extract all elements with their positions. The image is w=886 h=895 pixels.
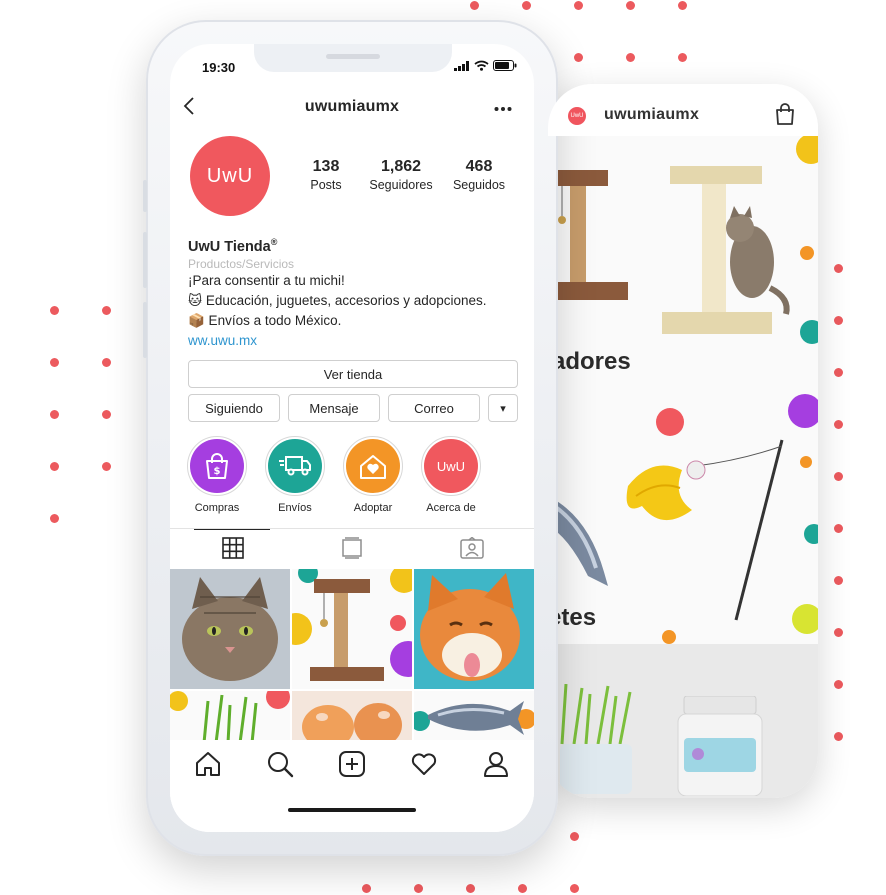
following-label: Seguidos — [452, 178, 506, 192]
section-title-scratchers: adores — [552, 348, 631, 375]
cat-scratcher-image[interactable] — [652, 162, 802, 342]
shopping-bag-icon: $ — [190, 439, 244, 493]
grid-icon[interactable] — [222, 537, 244, 564]
fish-toy-image[interactable] — [548, 476, 628, 596]
bio-line-3: 📦 Envíos a todo México. — [188, 312, 342, 328]
followers-count: 1,862 — [380, 158, 422, 175]
highlight-compras[interactable]: $ Compras — [182, 436, 252, 514]
stat-followers[interactable]: 1,862 Seguidores — [362, 158, 440, 192]
highlight-ring — [343, 436, 403, 496]
shop-phone: UwU uwumiaumx adores etes — [548, 84, 818, 798]
profile-name: UwU Tienda® — [188, 232, 528, 257]
profile-username: uwumiaumx — [304, 98, 400, 115]
status-time: 19:30 — [202, 60, 236, 75]
cat-grass-image[interactable] — [556, 683, 636, 794]
post-cat-grass[interactable] — [170, 691, 290, 741]
profile-icon[interactable] — [482, 750, 510, 783]
profile-tabs — [170, 528, 534, 568]
heart-icon[interactable] — [410, 750, 438, 783]
highlight-adoptar[interactable]: Adoptar — [338, 436, 408, 514]
avatar[interactable]: UwU — [190, 136, 270, 216]
search-icon[interactable] — [266, 750, 294, 783]
active-tab-indicator — [194, 529, 270, 530]
heart-icon — [346, 439, 400, 493]
bio-link[interactable]: ww.uwu.mx — [188, 331, 528, 351]
registered-mark: ® — [270, 237, 278, 247]
bio-line-1: ¡Para consentir a tu michi! — [188, 272, 345, 288]
status-icons — [454, 58, 517, 76]
profile-category: Productos/Servicios — [188, 256, 295, 271]
post-cat-tabby[interactable] — [170, 569, 290, 689]
profile-bio: UwU Tienda® Productos/Servicios ¡Para co… — [188, 232, 528, 351]
post-kittens[interactable] — [292, 691, 412, 741]
mute-switch — [143, 180, 147, 212]
feather-wand-image[interactable] — [622, 436, 792, 626]
email-button[interactable]: Correo — [388, 394, 480, 422]
shop-header: UwU uwumiaumx — [548, 84, 818, 136]
uwu-logo-icon: UwU — [424, 439, 478, 493]
home-indicator[interactable] — [288, 808, 416, 812]
posts-label: Posts — [310, 178, 342, 192]
igtv-icon[interactable] — [342, 537, 362, 564]
profile-name-text: UwU Tienda — [188, 238, 271, 255]
following-button[interactable]: Siguiendo — [188, 394, 280, 422]
highlight-label: Envíos — [278, 502, 312, 514]
highlight-ring: UwU — [421, 436, 481, 496]
scratcher-image[interactable] — [548, 160, 628, 310]
instagram-screen: 19:30 uwumiaumx UwU 138 Posts 1,862 Segu… — [170, 44, 534, 832]
highlight-acerca-de[interactable]: UwU Acerca de — [416, 436, 486, 514]
stat-posts[interactable]: 138 Posts — [298, 158, 354, 192]
highlight-label: Acerca de — [426, 502, 476, 514]
post-fish-toy[interactable] — [414, 691, 534, 741]
stat-following[interactable]: 468 Seguidos — [446, 158, 512, 192]
posts-count: 138 — [312, 158, 340, 175]
bottom-nav — [170, 740, 534, 832]
volume-up-button — [143, 232, 147, 288]
volume-down-button — [143, 302, 147, 358]
highlight-envios[interactable]: Envíos — [260, 436, 330, 514]
bio-line-2: 🐱 Educación, juguetes, accesorios y adop… — [188, 292, 487, 308]
catnip-jar-image[interactable] — [674, 695, 766, 797]
shop-products-row — [548, 644, 818, 798]
following-count: 468 — [465, 158, 493, 175]
signal-icon — [454, 58, 470, 76]
posts-grid — [170, 569, 534, 741]
highlight-label: Adoptar — [353, 502, 393, 514]
view-shop-button[interactable]: Ver tienda — [188, 360, 518, 388]
wifi-icon — [474, 58, 489, 76]
message-button[interactable]: Mensaje — [288, 394, 380, 422]
more-options-icon[interactable] — [494, 96, 512, 117]
notch — [254, 44, 452, 72]
more-dropdown-button[interactable]: ▾ — [488, 394, 518, 422]
svg-text:$: $ — [214, 466, 221, 477]
stage: UwU uwumiaumx adores etes 19:30 uwumiaum… — [0, 0, 886, 895]
shopping-bag-icon[interactable] — [774, 102, 796, 131]
highlight-label: Compras — [194, 502, 240, 514]
post-scratcher[interactable] — [292, 569, 412, 689]
highlight-ring — [265, 436, 325, 496]
post-cat-orange[interactable] — [414, 569, 534, 689]
tagged-icon[interactable] — [460, 536, 484, 564]
shop-username: uwumiaumx — [604, 106, 700, 123]
highlight-ring: $ — [187, 436, 247, 496]
followers-label: Seguidores — [369, 178, 433, 192]
shop-logo: UwU — [568, 107, 586, 125]
truck-icon — [268, 439, 322, 493]
add-post-icon[interactable] — [338, 750, 366, 783]
home-icon[interactable] — [194, 750, 222, 783]
battery-icon — [493, 58, 517, 76]
instagram-phone: 19:30 uwumiaumx UwU 138 Posts 1,862 Segu… — [143, 20, 558, 856]
